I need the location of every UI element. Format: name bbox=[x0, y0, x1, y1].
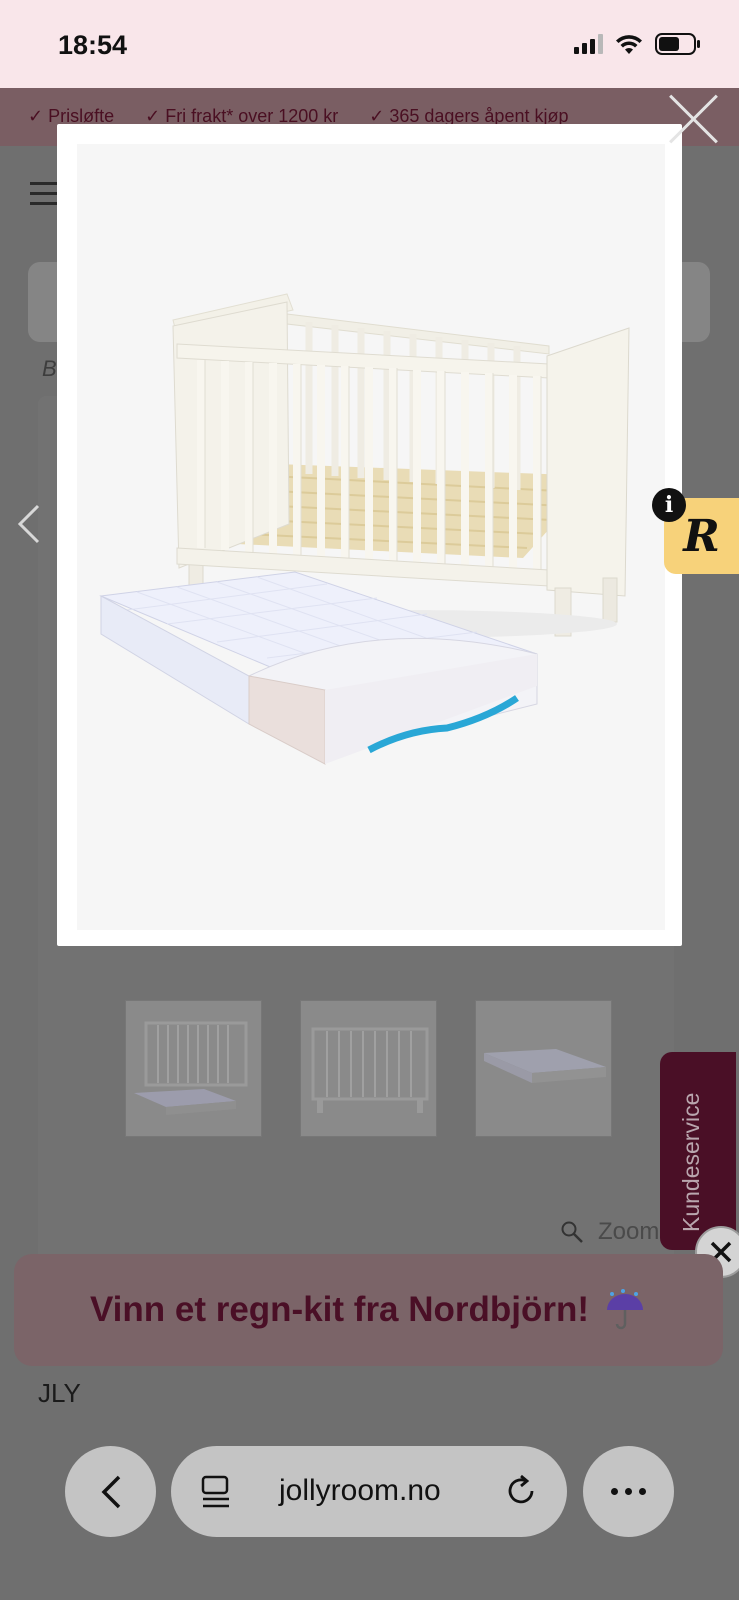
url-text: jollyroom.no bbox=[279, 1474, 441, 1507]
usp-item: ✓ Prisløfte bbox=[28, 106, 115, 126]
chevron-left-icon bbox=[101, 1475, 120, 1508]
page-menu-icon bbox=[201, 1475, 229, 1508]
status-time: 18:54 bbox=[58, 30, 128, 60]
status-bar: 18:54 bbox=[0, 0, 739, 88]
umbrella-rain-icon bbox=[607, 1289, 644, 1330]
more-options-button[interactable] bbox=[583, 1446, 674, 1537]
customer-service-tab[interactable]: Kundeservice bbox=[660, 1052, 736, 1250]
magnifier-icon bbox=[561, 1221, 583, 1243]
thumbnail-mattress[interactable] bbox=[475, 1000, 612, 1137]
zoom-label: Zoom bbox=[598, 1218, 660, 1245]
gallery-prev-icon[interactable] bbox=[14, 502, 48, 546]
browser-back-button[interactable] bbox=[65, 1446, 156, 1537]
thumbnail-strip bbox=[125, 1000, 612, 1137]
zoom-control[interactable]: Zoom bbox=[560, 1218, 659, 1246]
status-icons bbox=[574, 32, 701, 56]
reload-icon[interactable] bbox=[505, 1474, 539, 1508]
breadcrumb[interactable]: B bbox=[42, 356, 57, 382]
info-icon[interactable]: i bbox=[652, 488, 686, 522]
battery-icon bbox=[655, 33, 700, 55]
image-lightbox bbox=[57, 124, 682, 946]
thumbnail-crib-with-mattress[interactable] bbox=[125, 1000, 262, 1137]
lightbox-close-button[interactable] bbox=[665, 90, 721, 146]
browser-toolbar: jollyroom.no bbox=[0, 1420, 739, 1600]
product-brand[interactable]: JLY bbox=[38, 1378, 81, 1409]
product-image-crib-and-mattress bbox=[77, 144, 665, 930]
wifi-icon bbox=[616, 35, 642, 54]
thumbnail-crib[interactable] bbox=[300, 1000, 437, 1137]
customer-service-label: Kundeservice bbox=[678, 1092, 704, 1232]
promo-banner[interactable]: Vinn et regn-kit fra Nordbjörn! bbox=[14, 1254, 723, 1366]
promo-text: Vinn et regn-kit fra Nordbjörn! bbox=[89, 1290, 590, 1329]
usp-item: ✓ 365 dagers åpent kjøp bbox=[369, 106, 569, 126]
more-dot bbox=[639, 1488, 646, 1495]
more-dot bbox=[625, 1488, 632, 1495]
more-dot bbox=[611, 1488, 618, 1495]
cellular-signal-icon bbox=[574, 34, 603, 54]
hamburger-menu-icon[interactable] bbox=[30, 182, 60, 212]
address-bar[interactable]: jollyroom.no bbox=[171, 1446, 567, 1537]
usp-item: ✓ Fri frakt* over 1200 kr bbox=[145, 106, 339, 126]
